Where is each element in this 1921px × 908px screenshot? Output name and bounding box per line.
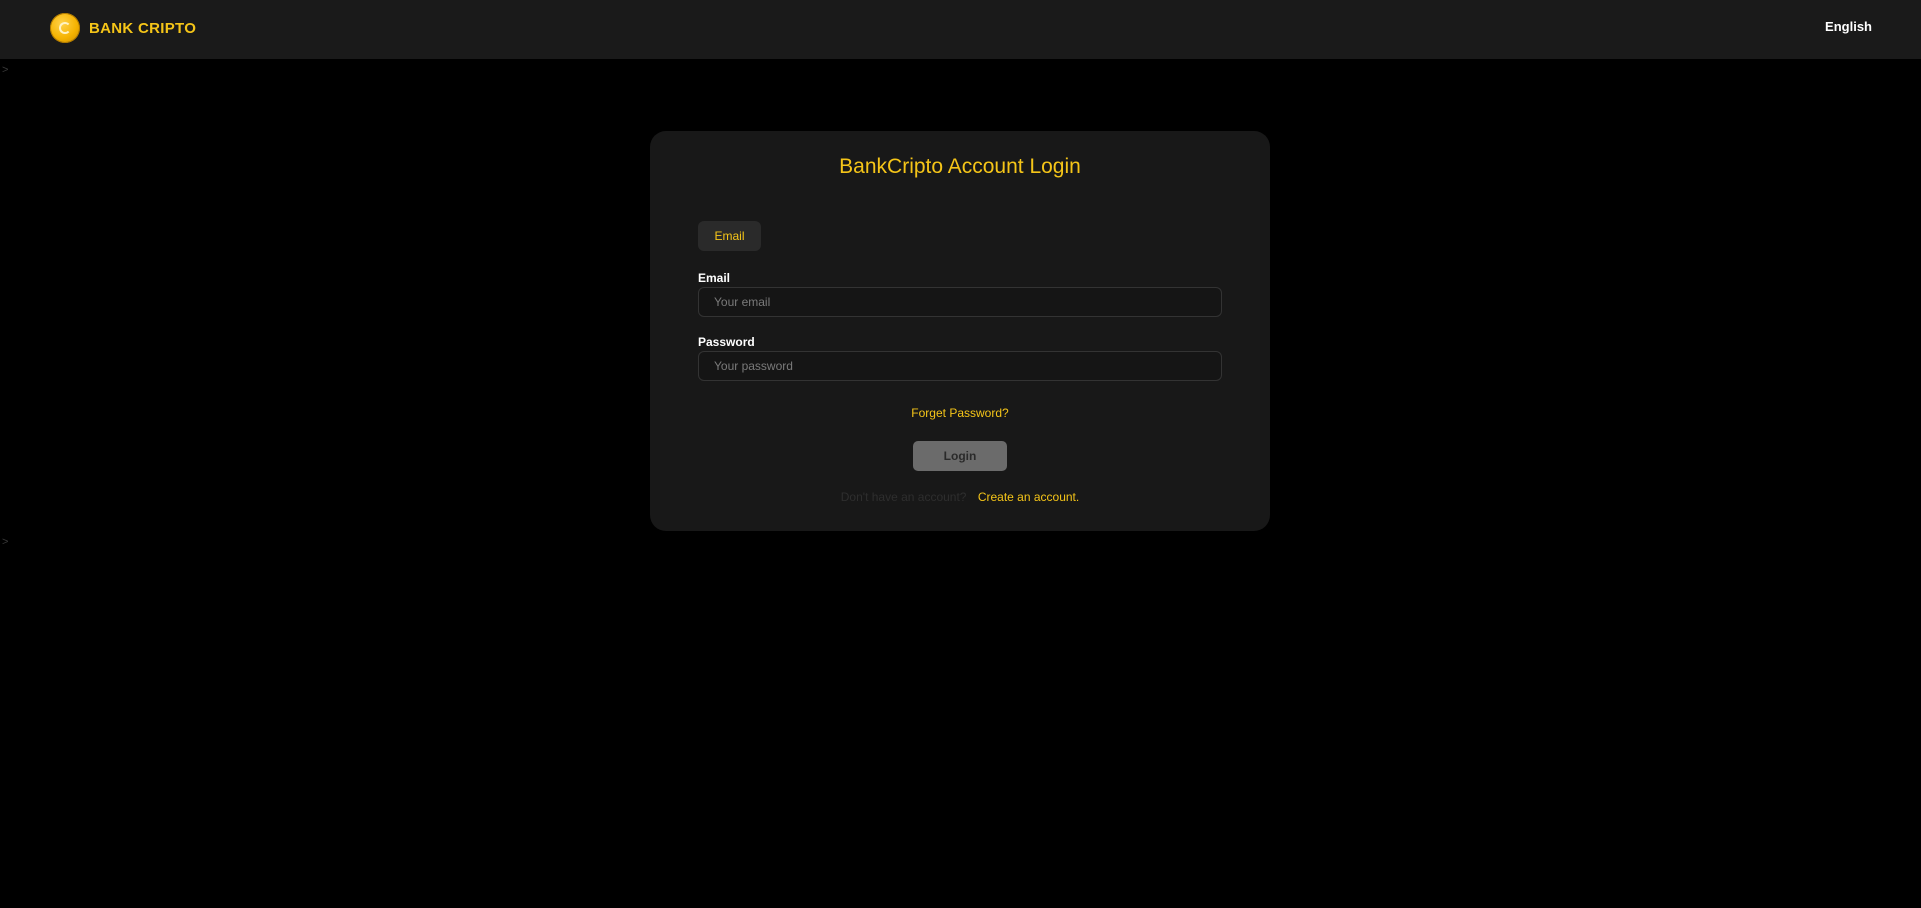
signup-prompt: Don't have an account? [840,490,967,504]
password-input[interactable] [698,351,1222,381]
email-input[interactable] [698,287,1222,317]
password-label: Password [698,335,755,349]
language-selector[interactable]: English [1825,19,1872,34]
create-account-link[interactable]: Create an account. [978,490,1079,504]
coin-logo-icon [50,13,80,43]
login-card: BankCripto Account Login Email Email Pas… [650,131,1270,531]
page-marker-top: > [2,64,9,76]
email-label: Email [698,271,731,285]
login-button[interactable]: Login [913,441,1007,471]
brand-name: BANK CRIPTO [89,19,197,37]
page-marker-bottom: > [2,536,9,548]
brand-link[interactable]: BANK CRIPTO [50,13,196,43]
tab-email[interactable]: Email [698,221,761,251]
forgot-password-link[interactable]: Forget Password? [650,406,1270,420]
login-title: BankCripto Account Login [839,155,1081,178]
top-navbar: BANK CRIPTO English [0,0,1921,59]
signup-row: Don't have an account? Create an account… [650,490,1270,504]
